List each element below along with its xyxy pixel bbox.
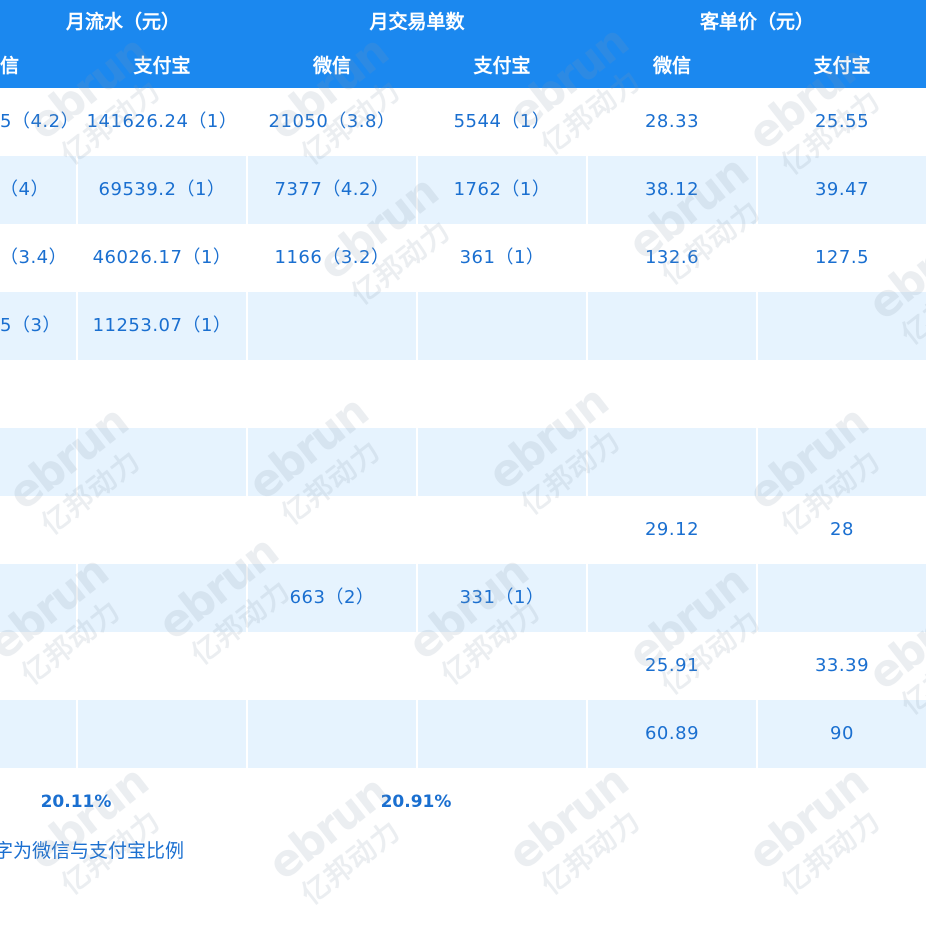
group-header-revenue: 月流水（元）: [65, 11, 180, 33]
table-row: 663（2） 331（1）: [0, 564, 926, 632]
column-divider: [586, 88, 588, 768]
total-revenue-percent: 20.11%: [40, 792, 112, 812]
table-row: 25.91 33.39: [0, 632, 926, 700]
cell-wechat-unit-price: [587, 360, 757, 428]
cell-alipay-unit-price: 33.39: [814, 655, 870, 676]
cell-wechat-orders: 663（2）: [289, 587, 375, 608]
ebrun-watermark: ebrun亿邦动力: [738, 756, 910, 929]
cell-wechat-orders: [247, 496, 417, 564]
cell-wechat-unit-price: 28.33: [644, 111, 700, 132]
cell-alipay-orders: [417, 700, 587, 768]
cell-wechat-revenue: [0, 632, 76, 700]
group-header-unit-price: 客单价（元）: [699, 11, 814, 33]
cell-wechat-revenue: [0, 360, 76, 428]
cell-alipay-unit-price: 28: [830, 519, 854, 540]
cell-wechat-revenue: （3.4）: [0, 247, 68, 268]
subheader-wechat-revenue: 信: [0, 55, 20, 77]
ebrun-watermark: ebrun亿邦动力: [498, 756, 670, 929]
table-row: （4） 69539.2（1） 7377（4.2） 1762（1） 38.12 39.47: [0, 156, 926, 224]
watermark-chinese-text: 亿邦动力: [294, 813, 407, 912]
cell-alipay-revenue: [77, 496, 247, 564]
group-header-orders: 月交易单数: [369, 11, 465, 33]
column-divider: [246, 88, 248, 768]
cell-wechat-revenue: 5（4.2）: [0, 111, 80, 132]
cell-wechat-orders: 1166（3.2）: [274, 247, 390, 268]
cell-alipay-unit-price: 127.5: [814, 247, 870, 268]
cell-wechat-orders: [247, 428, 417, 496]
column-divider: [416, 88, 418, 768]
cell-alipay-unit-price: [757, 428, 926, 496]
cell-alipay-revenue: 141626.24（1）: [86, 111, 238, 132]
table-row: 60.89 90: [0, 700, 926, 768]
cell-wechat-unit-price: [587, 428, 757, 496]
cell-wechat-revenue: [0, 428, 76, 496]
cell-wechat-revenue: [0, 496, 76, 564]
cell-alipay-revenue: [77, 564, 247, 632]
cell-alipay-revenue: 69539.2（1）: [98, 179, 226, 200]
subheader-alipay-revenue: 支付宝: [133, 55, 191, 77]
cell-alipay-orders: 361（1）: [459, 247, 545, 268]
cell-alipay-unit-price: [757, 292, 926, 360]
cell-wechat-orders: [247, 360, 417, 428]
subheader-alipay-orders: 支付宝: [473, 55, 531, 77]
watermark-chinese-text: 亿邦动力: [774, 803, 887, 902]
subheader-alipay-unit-price: 支付宝: [813, 55, 871, 77]
cell-alipay-orders: 1762（1）: [453, 179, 551, 200]
cell-alipay-unit-price: [757, 360, 926, 428]
cell-wechat-revenue: [0, 564, 76, 632]
cell-wechat-orders: [247, 632, 417, 700]
cell-alipay-revenue: 11253.07（1）: [92, 315, 232, 336]
cell-alipay-revenue: [77, 428, 247, 496]
table-row: 5（4.2） 141626.24（1） 21050（3.8） 5544（1） 28.33…: [0, 88, 926, 156]
cell-wechat-unit-price: [587, 292, 757, 360]
column-divider: [756, 88, 758, 768]
watermark-brand-text: ebrun: [738, 756, 878, 881]
cell-alipay-orders: 5544（1）: [453, 111, 551, 132]
cell-wechat-orders: 21050（3.8）: [268, 111, 396, 132]
cell-wechat-unit-price: 29.12: [644, 519, 700, 540]
cell-alipay-revenue: 46026.17（1）: [92, 247, 232, 268]
column-divider: [76, 88, 78, 768]
table-row: 29.12 28: [0, 496, 926, 564]
footnote: 字为微信与支付宝比例: [0, 840, 185, 862]
cell-alipay-unit-price: 25.55: [814, 111, 870, 132]
table-row: [0, 428, 926, 496]
table-row: （3.4） 46026.17（1） 1166（3.2） 361（1） 132.6 127.…: [0, 224, 926, 292]
cell-alipay-revenue: [77, 700, 247, 768]
cell-alipay-revenue: [77, 360, 247, 428]
cell-alipay-unit-price: 39.47: [814, 179, 870, 200]
cell-wechat-revenue: [0, 700, 76, 768]
cell-alipay-orders: [417, 632, 587, 700]
watermark-chinese-text: 亿邦动力: [534, 803, 647, 902]
cell-alipay-revenue: [77, 632, 247, 700]
cell-alipay-orders: [417, 292, 587, 360]
cell-alipay-orders: [417, 360, 587, 428]
cell-wechat-unit-price: 25.91: [644, 655, 700, 676]
cell-wechat-orders: [247, 292, 417, 360]
table-row: [0, 360, 926, 428]
subheader-wechat-unit-price: 微信: [652, 55, 691, 77]
cell-alipay-unit-price: 90: [830, 723, 854, 744]
cell-wechat-revenue: （4）: [0, 179, 49, 200]
cell-wechat-revenue: 5（3）: [0, 315, 61, 336]
cell-alipay-unit-price: [757, 564, 926, 632]
cell-alipay-orders: [417, 428, 587, 496]
watermark-brand-text: ebrun: [498, 756, 638, 881]
total-orders-percent: 20.91%: [380, 792, 452, 812]
cell-wechat-unit-price: 38.12: [644, 179, 700, 200]
cell-wechat-unit-price: [587, 564, 757, 632]
cell-wechat-orders: [247, 700, 417, 768]
cell-wechat-orders: 7377（4.2）: [274, 179, 390, 200]
subheader-wechat-orders: 微信: [312, 55, 351, 77]
table-row: 5（3） 11253.07（1）: [0, 292, 926, 360]
cell-alipay-orders: [417, 496, 587, 564]
cell-wechat-unit-price: 132.6: [644, 247, 700, 268]
cell-wechat-unit-price: 60.89: [644, 723, 700, 744]
cell-alipay-orders: 331（1）: [459, 587, 545, 608]
